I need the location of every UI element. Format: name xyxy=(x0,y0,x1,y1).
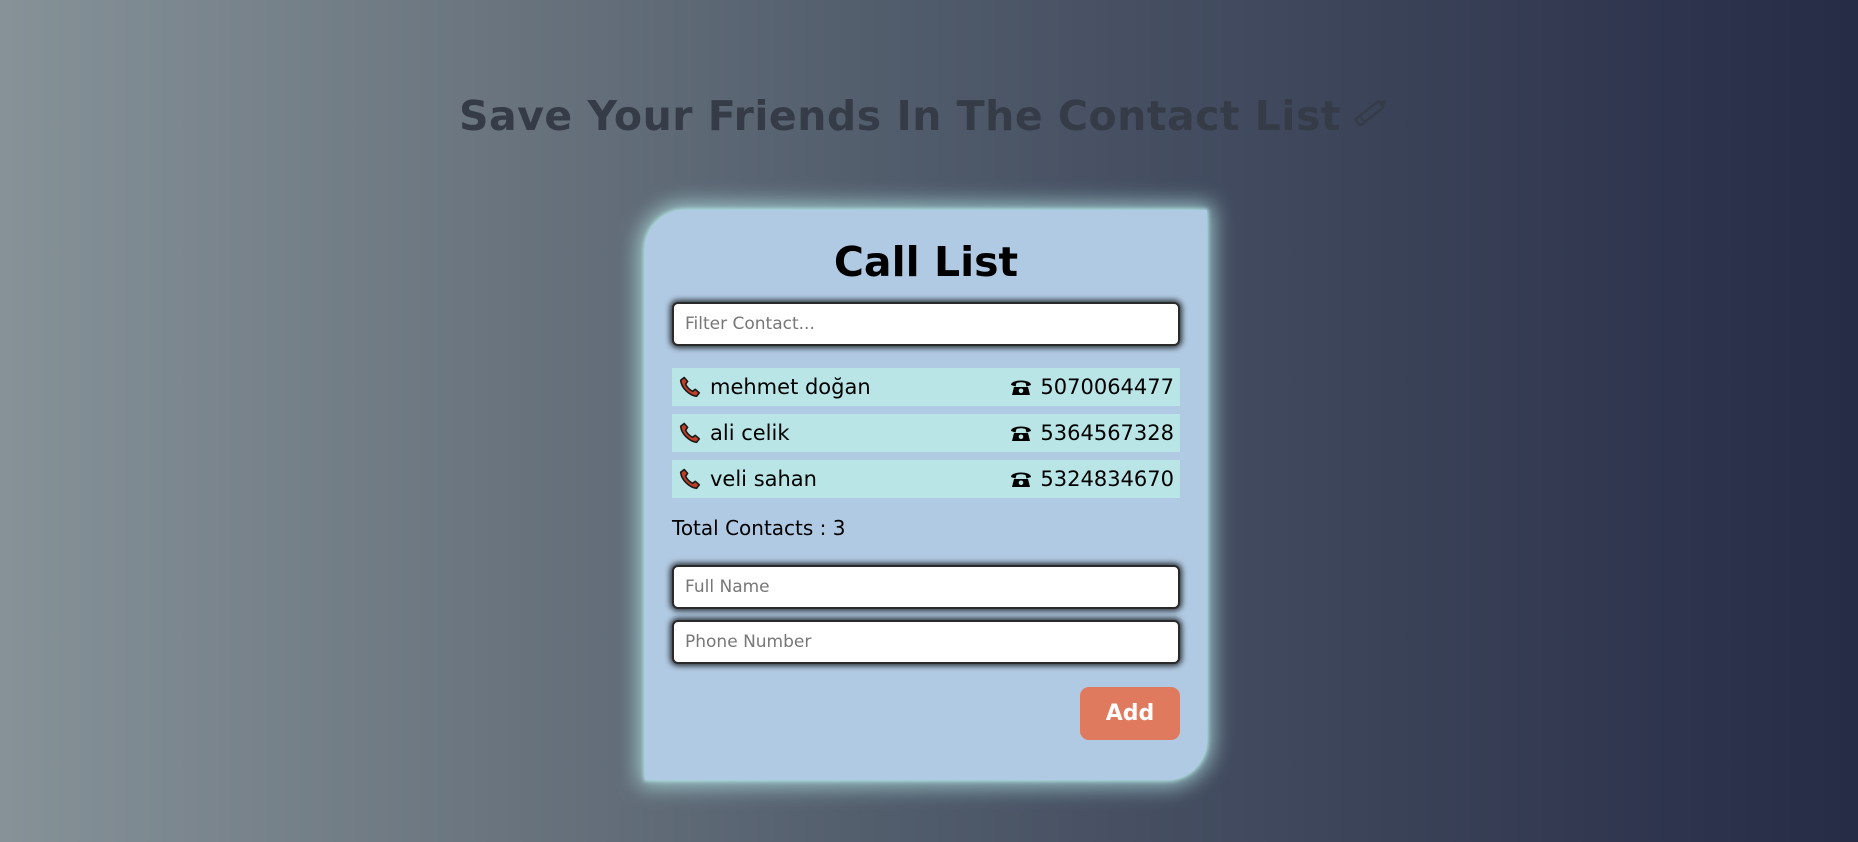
telephone-receiver-icon xyxy=(679,376,701,398)
call-list-card: Call List mehmet doğan 5070064477 ali ce… xyxy=(645,210,1207,780)
contact-list: mehmet doğan 5070064477 ali celik 536456… xyxy=(672,368,1180,506)
telephone-icon xyxy=(1011,380,1032,395)
contact-phone: 5364567328 xyxy=(1040,421,1174,445)
card-title: Call List xyxy=(833,238,1019,286)
contact-phone-group: 5364567328 xyxy=(1010,421,1174,445)
telephone-receiver-icon xyxy=(679,468,701,490)
contact-row[interactable]: mehmet doğan 5070064477 xyxy=(672,368,1180,406)
contact-row[interactable]: ali celik 5364567328 xyxy=(672,414,1180,452)
contact-name: veli sahan xyxy=(710,467,817,491)
total-contacts: Total Contacts : 3 xyxy=(672,516,846,540)
contact-phone-group: 5070064477 xyxy=(1010,375,1174,399)
contact-name-group: ali celik xyxy=(678,421,790,445)
page-headline: Save Your Friends In The Contact List xyxy=(0,92,1850,140)
phone-number-input[interactable] xyxy=(672,620,1180,664)
contact-name-group: veli sahan xyxy=(678,467,817,491)
add-button[interactable]: Add xyxy=(1080,687,1180,740)
full-name-input[interactable] xyxy=(672,565,1180,609)
contact-name: mehmet doğan xyxy=(710,375,871,399)
contact-name-group: mehmet doğan xyxy=(678,375,871,399)
headline-text: Save Your Friends In The Contact List xyxy=(459,92,1341,140)
contact-name: ali celik xyxy=(710,421,790,445)
contact-phone: 5070064477 xyxy=(1040,375,1174,399)
contact-phone: 5324834670 xyxy=(1040,467,1174,491)
contact-row[interactable]: veli sahan 5324834670 xyxy=(672,460,1180,498)
pencil-icon xyxy=(1351,92,1391,140)
filter-contact-input[interactable] xyxy=(672,302,1180,346)
page-background: Save Your Friends In The Contact List Ca… xyxy=(0,0,1858,842)
telephone-icon xyxy=(1011,472,1032,487)
contact-phone-group: 5324834670 xyxy=(1010,467,1174,491)
telephone-receiver-icon xyxy=(679,422,701,444)
telephone-icon xyxy=(1011,426,1032,441)
